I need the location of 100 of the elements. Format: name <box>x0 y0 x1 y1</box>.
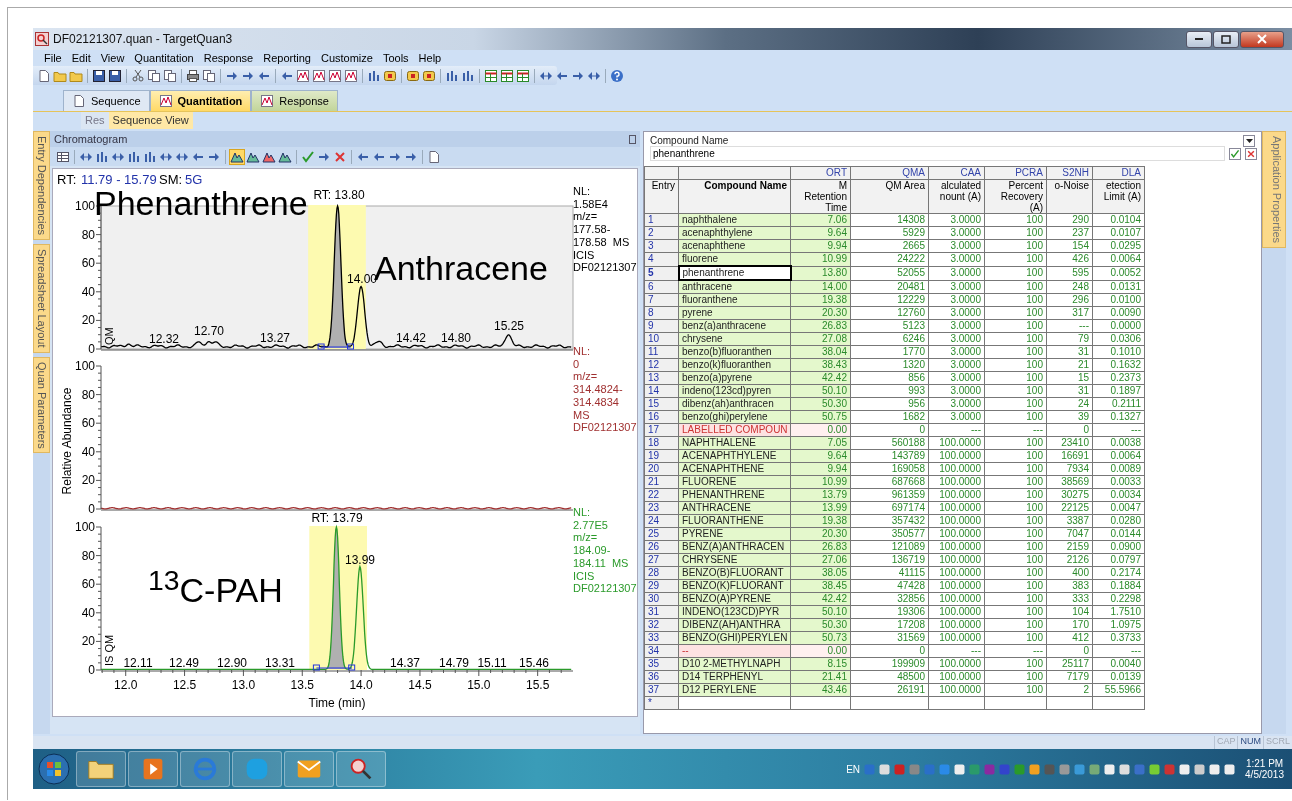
table-cell: 100 <box>984 371 1047 385</box>
trace-label: QM <box>103 327 115 345</box>
compound-name-field[interactable]: phenanthrene <box>650 146 1225 161</box>
pages-icon[interactable] <box>147 68 161 83</box>
chart-icon[interactable] <box>328 68 342 83</box>
scissors-icon[interactable] <box>131 68 145 83</box>
dropdown-button[interactable] <box>1243 135 1255 147</box>
tray-square-icon[interactable] <box>1179 763 1191 775</box>
table-cell: --- <box>984 423 1047 437</box>
taskbar-button[interactable] <box>284 751 334 787</box>
check-icon[interactable] <box>301 149 315 164</box>
menu-item[interactable]: Reporting <box>258 52 316 64</box>
maximize-button[interactable] <box>1213 30 1239 48</box>
table-cell: 21 <box>1046 358 1093 372</box>
tab[interactable]: Quantitation <box>149 90 252 111</box>
chart-icon[interactable] <box>312 68 326 83</box>
confirm-button[interactable] <box>1229 147 1241 160</box>
column-header[interactable]: alculated nount (A) <box>928 179 985 214</box>
table-icon[interactable] <box>484 68 498 83</box>
minimize-button[interactable] <box>1186 30 1212 48</box>
start-button[interactable] <box>38 753 70 785</box>
table-cell: 0.0038 <box>1092 436 1145 450</box>
menu-item[interactable]: Quantitation <box>129 52 199 64</box>
taskbar-button[interactable] <box>128 751 178 787</box>
table-cell: 100 <box>984 540 1047 554</box>
table-cell: 993 <box>850 384 929 398</box>
pages-icon[interactable] <box>163 68 177 83</box>
clock-date[interactable]: 4/5/2013 <box>1245 769 1284 780</box>
page-icon[interactable] <box>37 68 51 83</box>
column-header[interactable]: o-Noise <box>1046 179 1093 214</box>
table-cell: 79 <box>1046 332 1093 346</box>
menu-item[interactable]: Customize <box>315 52 378 64</box>
peak-icon[interactable] <box>230 149 244 164</box>
clock-time[interactable]: 1:21 PM <box>1245 758 1284 769</box>
column-header[interactable]: etection Limit (A) <box>1092 179 1145 214</box>
cross-icon[interactable] <box>333 149 347 164</box>
bar-icon[interactable] <box>95 149 109 164</box>
table-cell: 296 <box>1046 293 1093 307</box>
table-cell: 100 <box>984 631 1047 645</box>
tab[interactable]: Sequence <box>63 90 150 111</box>
peak-label: 12.70 <box>194 324 224 338</box>
taskbar-button[interactable] <box>76 751 126 787</box>
tray-square-icon[interactable] <box>1104 763 1116 775</box>
table-icon[interactable] <box>500 68 514 83</box>
help-icon[interactable] <box>610 68 624 83</box>
table-cell: 100.0000 <box>928 514 985 528</box>
table-cell: 856 <box>850 371 929 385</box>
table-cell: 5929 <box>850 226 929 240</box>
axis-tick-label: 12.5 <box>172 678 197 692</box>
menu-item[interactable]: File <box>39 52 67 64</box>
axis-tick-label: 13.0 <box>231 678 256 692</box>
tray-square-icon[interactable] <box>1194 763 1206 775</box>
table-cell: --- <box>928 644 985 658</box>
chart-icon[interactable] <box>296 68 310 83</box>
tab[interactable]: Res <box>81 112 109 129</box>
tray-square-icon[interactable] <box>954 763 966 775</box>
table-cell: --- <box>1092 423 1145 437</box>
trace-info: 0 <box>573 357 580 370</box>
table-cell: 100 <box>984 319 1047 333</box>
bar-icon[interactable] <box>445 68 459 83</box>
column-header[interactable]: Compound Name <box>678 179 791 214</box>
pages-icon[interactable] <box>202 68 216 83</box>
tray-square-icon[interactable] <box>1224 763 1236 775</box>
table-cell: 0.1327 <box>1092 410 1145 424</box>
column-header[interactable]: Percent Recovery (A) <box>984 179 1047 214</box>
table-cell: 0.3733 <box>1092 631 1145 645</box>
column-header[interactable]: Entry <box>644 179 679 214</box>
menu-item[interactable]: Help <box>413 52 447 64</box>
menu-item[interactable]: Edit <box>66 52 96 64</box>
close-button[interactable] <box>1240 30 1284 48</box>
menu-item[interactable]: Response <box>198 52 259 64</box>
table-cell[interactable]: phenanthrene <box>678 266 791 280</box>
chart-icon[interactable] <box>344 68 358 83</box>
tray-square-icon[interactable] <box>1119 763 1131 775</box>
printer-icon[interactable] <box>186 68 200 83</box>
grid-icon[interactable] <box>56 149 70 164</box>
table-cell: 104 <box>1046 605 1093 619</box>
menu-item[interactable]: Tools <box>377 52 414 64</box>
bar-icon[interactable] <box>143 149 157 164</box>
tray-square-icon[interactable] <box>1149 763 1161 775</box>
table-icon[interactable] <box>516 68 530 83</box>
bar-icon[interactable] <box>367 68 381 83</box>
menu-item[interactable]: View <box>95 52 130 64</box>
bar-icon[interactable] <box>127 149 141 164</box>
chart-icon <box>158 94 173 108</box>
tab[interactable]: Sequence View <box>108 112 193 129</box>
tray-square-icon[interactable] <box>1209 763 1221 775</box>
bar-icon[interactable] <box>461 68 475 83</box>
column-header[interactable]: QM Area <box>850 179 929 214</box>
taskbar-button[interactable] <box>336 751 386 787</box>
side-tab[interactable]: Entry Dependencies <box>33 131 50 241</box>
language-indicator[interactable]: EN <box>846 763 861 775</box>
tab[interactable]: Response <box>251 90 338 111</box>
side-tab[interactable]: Spreadsheet Layout <box>33 244 50 353</box>
side-tab[interactable]: Quan Parameters <box>33 356 50 454</box>
cancel-button[interactable] <box>1245 147 1257 160</box>
tray-square-icon[interactable] <box>879 763 891 775</box>
column-header[interactable]: M Retention Time <box>790 179 851 214</box>
page-icon[interactable] <box>427 149 441 164</box>
table-cell: 0.0295 <box>1092 239 1145 253</box>
